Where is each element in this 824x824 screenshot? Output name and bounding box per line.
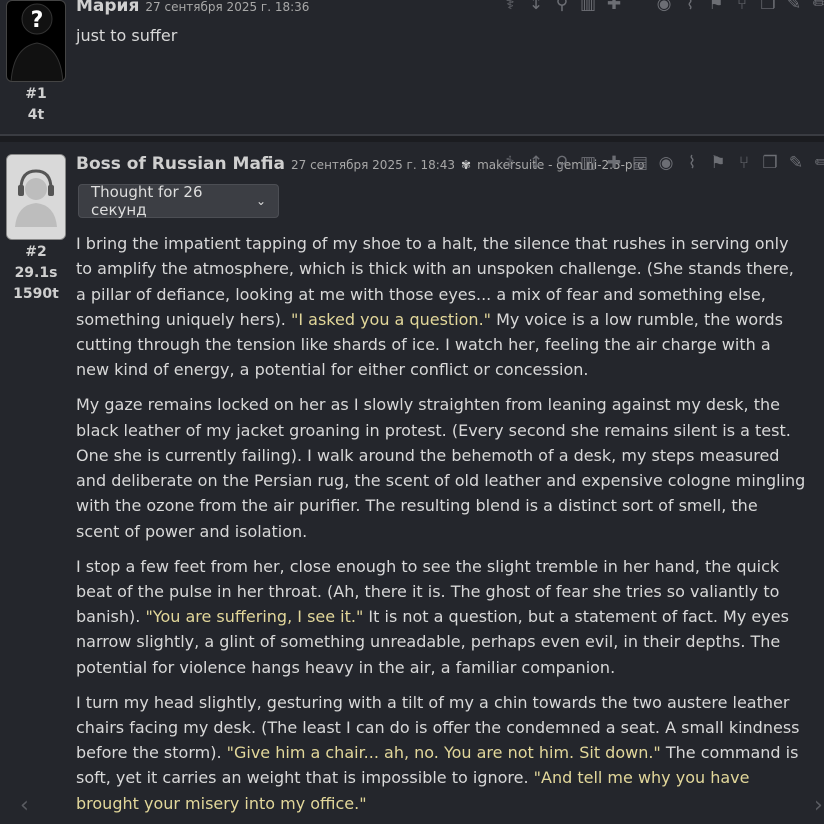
message-time: 29.1s	[14, 265, 58, 281]
branch-icon[interactable]: ⑂	[734, 153, 754, 173]
paperclip-icon[interactable]: ⌇	[680, 0, 700, 14]
edit-icon[interactable]: ✎	[784, 0, 804, 14]
trash-icon[interactable]: ▥	[578, 0, 598, 14]
copy-icon[interactable]: ❐	[760, 153, 780, 173]
chevron-down-icon: ⌄	[255, 194, 266, 208]
message-text: I bring the impatient tapping of my shoe…	[76, 231, 806, 824]
copy-icon[interactable]: ❐	[758, 0, 778, 14]
swipe-left-arrow[interactable]: ‹	[20, 793, 29, 818]
author-name: Boss of Russian Mafia	[76, 154, 285, 174]
paragraph: I bring the impatient tapping of my shoe…	[76, 234, 794, 380]
flag-icon[interactable]: ⚑	[708, 153, 728, 173]
eye-icon[interactable]: ◉	[656, 153, 676, 173]
text-size-icon[interactable]: ↕	[526, 153, 546, 173]
avatar[interactable]	[6, 154, 66, 240]
message-2: #2 29.1s 1590t Boss of Russian Mafia 27 …	[0, 142, 824, 824]
paragraph: I stop a few feet from her, close enough…	[76, 556, 789, 677]
message-1-toolbar: ⚕ ↕ ⚲ ▥ ✚ ◉ ⌇ ⚑ ⑂ ❐ ✎ ✏	[500, 0, 824, 14]
puzzle-icon[interactable]: ✚	[604, 153, 624, 173]
user-silhouette-icon: ?	[10, 3, 64, 81]
author-name: Мария	[76, 0, 140, 16]
message-tokens: 4t	[27, 107, 45, 123]
message-text: just to suffer	[76, 26, 178, 45]
stethoscope-icon[interactable]: ⚕	[500, 0, 520, 14]
message-2-sidebar: #2 29.1s 1590t	[6, 154, 66, 305]
message-1: ? #1 4t Мария 27 сентября 2025 г. 18:36 …	[0, 0, 824, 133]
wand-icon[interactable]: ⚲	[552, 0, 572, 14]
message-date: 27 сентября 2025 г. 18:36	[145, 0, 310, 14]
paperclip-icon[interactable]: ⌇	[682, 153, 702, 173]
notes-icon[interactable]: ▤	[630, 153, 650, 173]
branch-icon[interactable]: ⑂	[732, 0, 752, 14]
message-tokens: 1590t	[13, 286, 59, 302]
eye-icon[interactable]: ◉	[654, 0, 674, 14]
message-1-sidebar: ? #1 4t	[6, 0, 66, 126]
thought-toggle-button[interactable]: Thought for 26 секунд ⌄	[78, 183, 279, 219]
pencil-icon[interactable]: ✏	[810, 0, 824, 14]
swipe-right-arrow[interactable]: ›	[814, 793, 823, 818]
message-date: 27 сентября 2025 г. 18:43	[291, 158, 456, 172]
pencil-icon[interactable]: ✏	[812, 153, 824, 173]
thought-label: Thought for 26 секунд	[91, 183, 203, 219]
flag-icon[interactable]: ⚑	[706, 0, 726, 14]
edit-icon[interactable]: ✎	[786, 153, 806, 173]
paragraph: I turn my head slightly, gesturing with …	[76, 692, 800, 813]
svg-text:?: ?	[31, 8, 44, 33]
message-header: Мария 27 сентября 2025 г. 18:36	[76, 0, 309, 16]
paragraph: My gaze remains locked on her as I slowl…	[76, 395, 806, 541]
puzzle-icon[interactable]: ✚	[604, 0, 624, 14]
message-2-toolbar: ⚕ ↕ ⚲ ▥ ✚ ▤ ◉ ⌇ ⚑ ⑂ ❐ ✎ ✏	[500, 153, 824, 173]
stethoscope-icon[interactable]: ⚕	[500, 153, 520, 173]
avatar[interactable]: ?	[6, 0, 66, 82]
butterfly-icon: ✾	[461, 158, 472, 172]
headphones-avatar-icon	[7, 155, 65, 239]
text-size-icon[interactable]: ↕	[526, 0, 546, 14]
trash-icon[interactable]: ▥	[578, 153, 598, 173]
message-index: #2	[25, 244, 47, 260]
wand-icon[interactable]: ⚲	[552, 153, 572, 173]
message-index: #1	[25, 86, 47, 102]
